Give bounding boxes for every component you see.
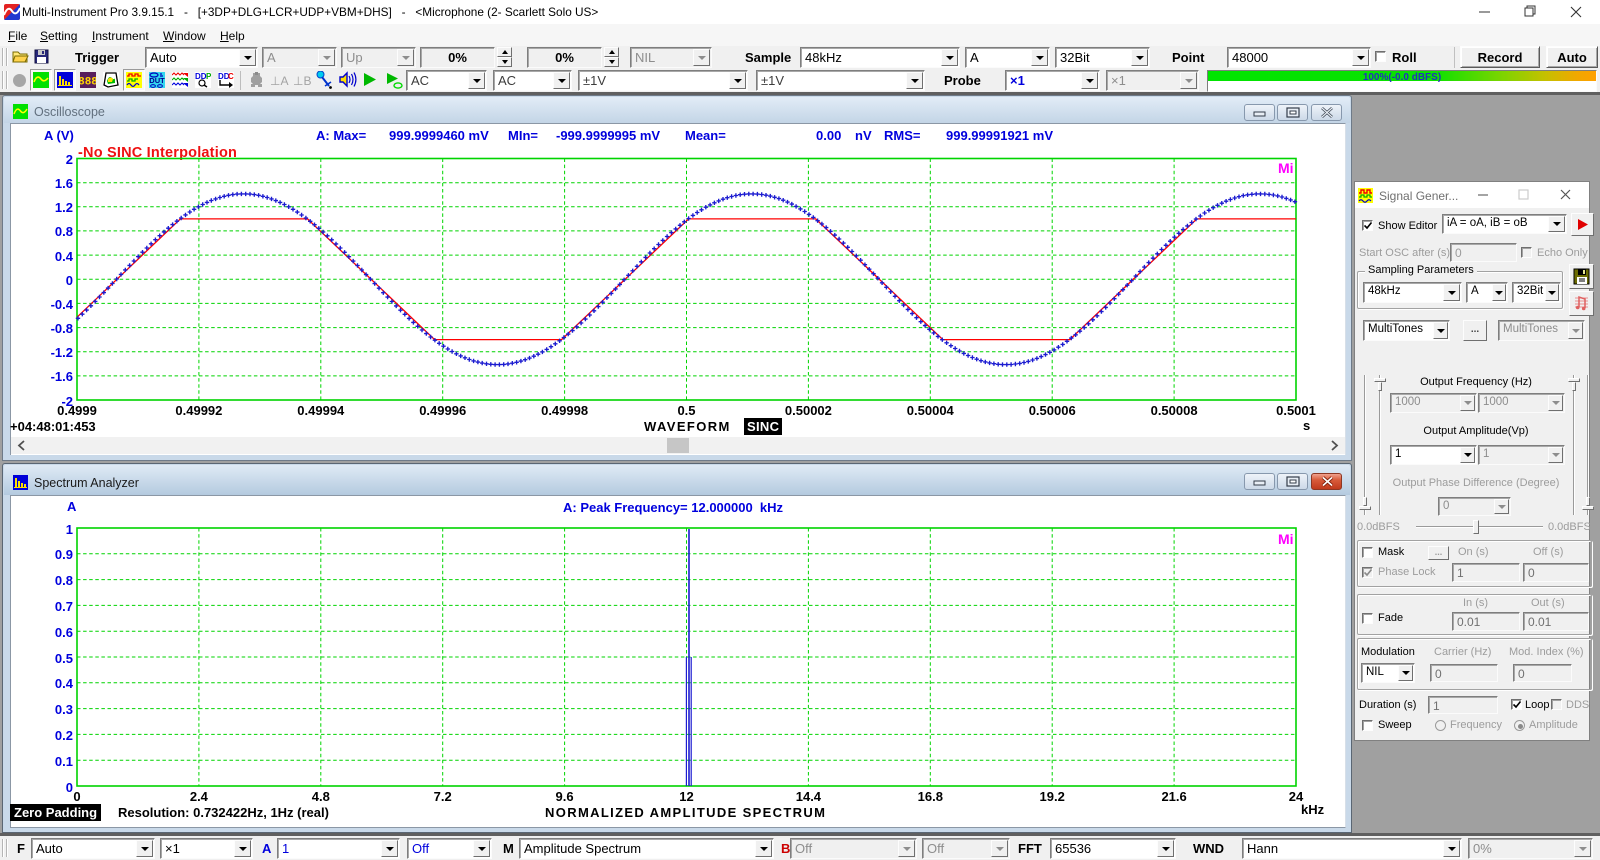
svg-text:C: C	[228, 72, 234, 81]
svg-text:P: P	[206, 72, 211, 81]
svg-text:888: 888	[80, 77, 96, 89]
svg-text:DUT: DUT	[149, 76, 165, 85]
